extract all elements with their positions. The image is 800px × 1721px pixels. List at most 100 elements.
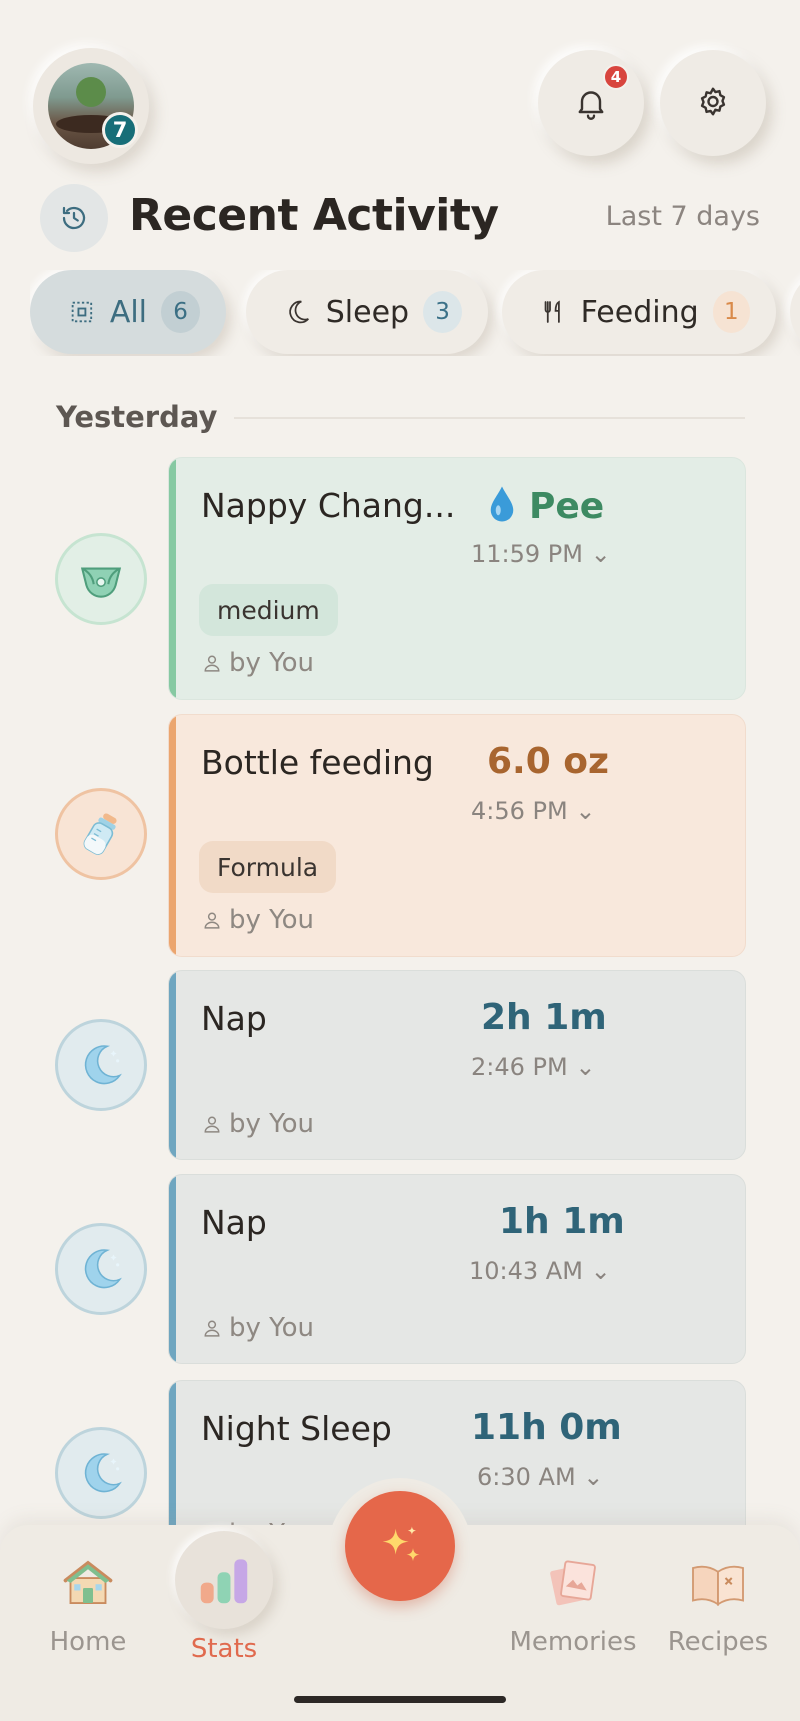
filter-chip-count: 3 <box>423 291 462 333</box>
activity-name: Night Sleep <box>201 1409 392 1448</box>
person-icon <box>204 655 220 672</box>
activity-time-value: 4:56 PM <box>471 797 568 825</box>
activity-author: by You <box>203 905 314 935</box>
gear-icon <box>700 87 726 116</box>
magic-action-button[interactable] <box>345 1491 455 1601</box>
droplet-icon <box>490 486 514 522</box>
profile-avatar-button[interactable] <box>33 48 149 164</box>
activity-metric: 2h 1m <box>481 997 607 1038</box>
filter-chip-label: Feeding <box>580 294 699 330</box>
period-selector[interactable]: Last 7 days <box>606 201 760 232</box>
activity-time-value: 6:30 AM <box>477 1463 576 1491</box>
activity-time-value: 2:46 PM <box>471 1053 568 1081</box>
nav-home-label: Home <box>49 1627 127 1657</box>
section-label-yesterday: Yesterday <box>56 400 218 434</box>
chevron-down-icon: ⌄ <box>590 540 611 568</box>
sparkles-icon <box>382 1526 420 1562</box>
moon-icon <box>84 1453 122 1493</box>
person-icon <box>204 1116 220 1133</box>
category-bar <box>169 971 176 1159</box>
filter-chip-count: 6 <box>161 291 200 333</box>
activity-tag: medium <box>199 584 338 636</box>
activity-name: Bottle feeding <box>201 743 434 782</box>
notifications-button[interactable] <box>538 50 644 156</box>
nav-recipes[interactable]: Recipes <box>648 1553 788 1657</box>
activity-author-text: by You <box>229 905 314 935</box>
activity-time[interactable]: 11:59 PM ⌄ <box>471 540 611 568</box>
moon-icon <box>84 1045 122 1085</box>
activity-name: Nappy Chang... <box>201 486 456 525</box>
settings-button[interactable] <box>660 50 766 156</box>
activity-name: Nap <box>201 1203 267 1242</box>
section-divider <box>234 417 745 419</box>
category-bar <box>169 1175 176 1363</box>
fork-knife-icon <box>544 300 560 323</box>
nav-memories-label: Memories <box>509 1627 637 1657</box>
page-title: Recent Activity <box>129 190 499 241</box>
bar-chart-icon <box>200 1559 248 1604</box>
category-bar <box>169 715 176 956</box>
chevron-down-icon: ⌄ <box>575 797 596 825</box>
person-icon <box>204 912 220 929</box>
activity-icon <box>55 1019 147 1111</box>
chevron-down-icon: ⌄ <box>590 1257 611 1285</box>
bell-icon <box>578 91 604 120</box>
activity-metric: 11h 0m <box>471 1407 622 1448</box>
nav-recipes-label: Recipes <box>667 1627 769 1657</box>
chevron-down-icon: ⌄ <box>583 1463 604 1491</box>
activity-time[interactable]: 10:43 AM ⌄ <box>469 1257 611 1285</box>
filter-chip-label: Sleep <box>325 294 410 330</box>
filter-chip-count: 1 <box>712 291 750 333</box>
activity-card[interactable]: Nap 1h 1m 10:43 AM ⌄ by You <box>168 1174 746 1364</box>
activity-author: by You <box>203 1109 314 1139</box>
activity-icon <box>55 1427 147 1519</box>
nav-stats-label: Stats <box>190 1634 258 1664</box>
notification-count-badge: 4 <box>603 64 629 90</box>
activity-card[interactable]: Nap 2h 1m 2:46 PM ⌄ by You <box>168 970 746 1160</box>
activity-author-text: by You <box>229 648 314 678</box>
activity-metric: 6.0 oz <box>487 741 609 782</box>
history-button[interactable] <box>40 184 108 252</box>
activity-time[interactable]: 2:46 PM ⌄ <box>471 1053 595 1081</box>
activity-icon <box>55 533 147 625</box>
moon-icon <box>289 300 309 324</box>
person-icon <box>204 1320 220 1337</box>
house-icon <box>63 1560 113 1604</box>
filter-chips: All 6 Sleep 3 Feeding 1 <box>30 270 800 356</box>
category-bar <box>169 458 176 699</box>
activity-card[interactable]: Nappy Chang... Pee 11:59 PM ⌄ medium by … <box>168 457 746 700</box>
activity-time[interactable]: 4:56 PM ⌄ <box>471 797 595 825</box>
select-all-icon <box>71 301 93 323</box>
bottle-icon <box>83 813 117 855</box>
filter-chip-label: All <box>109 294 148 330</box>
filter-chip-feeding[interactable]: Feeding 1 <box>502 270 776 354</box>
chevron-down-icon: ⌄ <box>575 1053 596 1081</box>
filter-chip-sleep[interactable]: Sleep 3 <box>246 270 488 354</box>
activity-icon <box>55 1223 147 1315</box>
recipe-book-icon <box>692 1565 744 1607</box>
activity-name: Nap <box>201 999 267 1038</box>
nav-home[interactable]: Home <box>18 1553 158 1657</box>
activity-metric-value: Pee <box>529 486 605 527</box>
moon-icon <box>84 1249 122 1289</box>
activity-time-value: 10:43 AM <box>469 1257 583 1285</box>
activity-author-text: by You <box>229 1109 314 1139</box>
activity-tag: Formula <box>199 841 337 893</box>
activity-author: by You <box>203 648 314 678</box>
activity-author-text: by You <box>229 1313 314 1343</box>
activity-author: by You <box>203 1313 314 1343</box>
activity-metric: 1h 1m <box>499 1201 625 1242</box>
nav-memories[interactable]: Memories <box>503 1553 643 1657</box>
activity-time-value: 11:59 PM <box>471 540 583 568</box>
activity-card[interactable]: Bottle feeding 6.0 oz 4:56 PM ⌄ Formula … <box>168 714 746 957</box>
history-icon <box>62 206 86 230</box>
diaper-icon <box>80 567 122 598</box>
filter-chip-more[interactable] <box>790 270 800 354</box>
activity-time[interactable]: 6:30 AM ⌄ <box>477 1463 603 1491</box>
activity-icon <box>55 788 147 880</box>
home-indicator <box>294 1696 506 1703</box>
photos-icon <box>550 1560 596 1606</box>
filter-chip-all[interactable]: All 6 <box>30 270 226 354</box>
nav-stats[interactable] <box>175 1531 273 1629</box>
activity-metric: Pee <box>487 484 604 527</box>
